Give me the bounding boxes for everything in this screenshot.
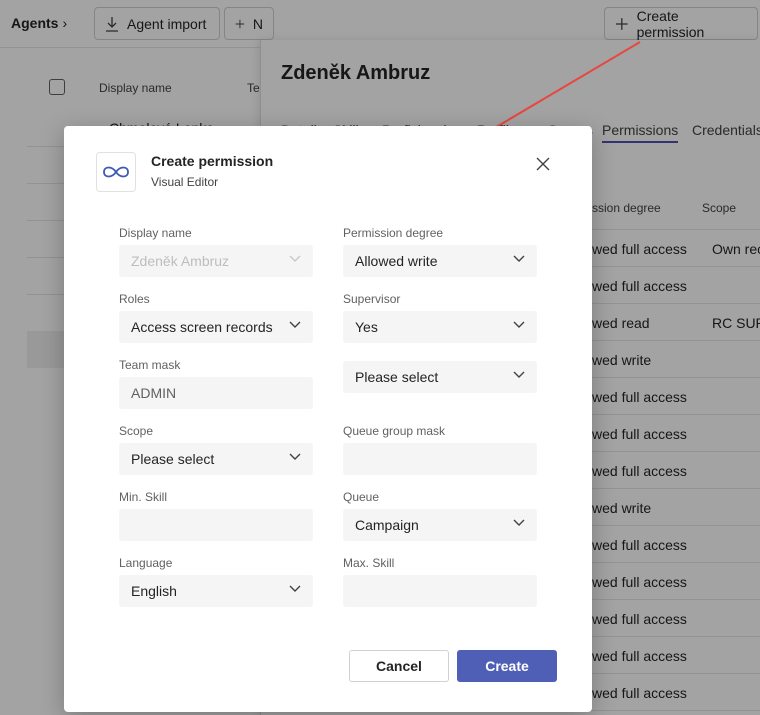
supervisor-value: Yes — [355, 319, 378, 335]
chevron-down-icon — [289, 453, 301, 460]
chevron-down-icon — [513, 255, 525, 262]
dialog-title: Create permission — [151, 153, 274, 169]
permission-degree-value: Allowed write — [355, 253, 438, 269]
scope-value: Please select — [131, 451, 215, 467]
chevron-down-icon — [289, 321, 301, 328]
team-mask-input[interactable]: ADMIN — [119, 377, 313, 409]
team-mask-placeholder: ADMIN — [131, 385, 177, 401]
display-name-label: Display name — [119, 226, 192, 240]
create-button[interactable]: Create — [457, 650, 557, 682]
min-skill-input[interactable] — [119, 509, 313, 541]
close-button[interactable] — [534, 155, 552, 173]
chevron-down-icon — [289, 255, 301, 262]
infinity-logo-icon — [103, 166, 129, 178]
dialog-subtitle: Visual Editor — [151, 175, 219, 189]
roles-value: Access screen records — [131, 319, 273, 335]
scope-select[interactable]: Please select — [119, 443, 313, 475]
supervisor-label: Supervisor — [343, 292, 401, 306]
permission-degree-label: Permission degree — [343, 226, 444, 240]
queue-group-mask-input[interactable] — [343, 443, 537, 475]
permission-degree-select[interactable]: Allowed write — [343, 245, 537, 277]
chevron-down-icon — [513, 321, 525, 328]
queue-value: Campaign — [355, 517, 419, 533]
language-label: Language — [119, 556, 173, 570]
close-icon — [536, 157, 550, 171]
team-mask-label: Team mask — [119, 358, 181, 372]
max-skill-label: Max. Skill — [343, 556, 395, 570]
display-name-value: Zdeněk Ambruz — [131, 253, 230, 269]
unlabeled-select[interactable]: Please select — [343, 361, 537, 393]
scope-label: Scope — [119, 424, 154, 438]
supervisor-select[interactable]: Yes — [343, 311, 537, 343]
display-name-select: Zdeněk Ambruz — [119, 245, 313, 277]
cancel-button[interactable]: Cancel — [349, 650, 449, 682]
app-logo — [96, 152, 136, 192]
chevron-down-icon — [513, 371, 525, 378]
queue-select[interactable]: Campaign — [343, 509, 537, 541]
min-skill-label: Min. Skill — [119, 490, 168, 504]
language-value: English — [131, 583, 177, 599]
unlabeled-select-value: Please select — [355, 369, 439, 385]
roles-label: Roles — [119, 292, 150, 306]
roles-select[interactable]: Access screen records — [119, 311, 313, 343]
chevron-down-icon — [513, 519, 525, 526]
app-window: Agents › Agent import N Create permission… — [0, 0, 760, 715]
chevron-down-icon — [289, 585, 301, 592]
max-skill-input[interactable] — [343, 575, 537, 607]
create-permission-dialog: Create permission Visual Editor Display … — [64, 126, 592, 712]
language-select[interactable]: English — [119, 575, 313, 607]
queue-label: Queue — [343, 490, 380, 504]
queue-group-mask-label: Queue group mask — [343, 424, 446, 438]
